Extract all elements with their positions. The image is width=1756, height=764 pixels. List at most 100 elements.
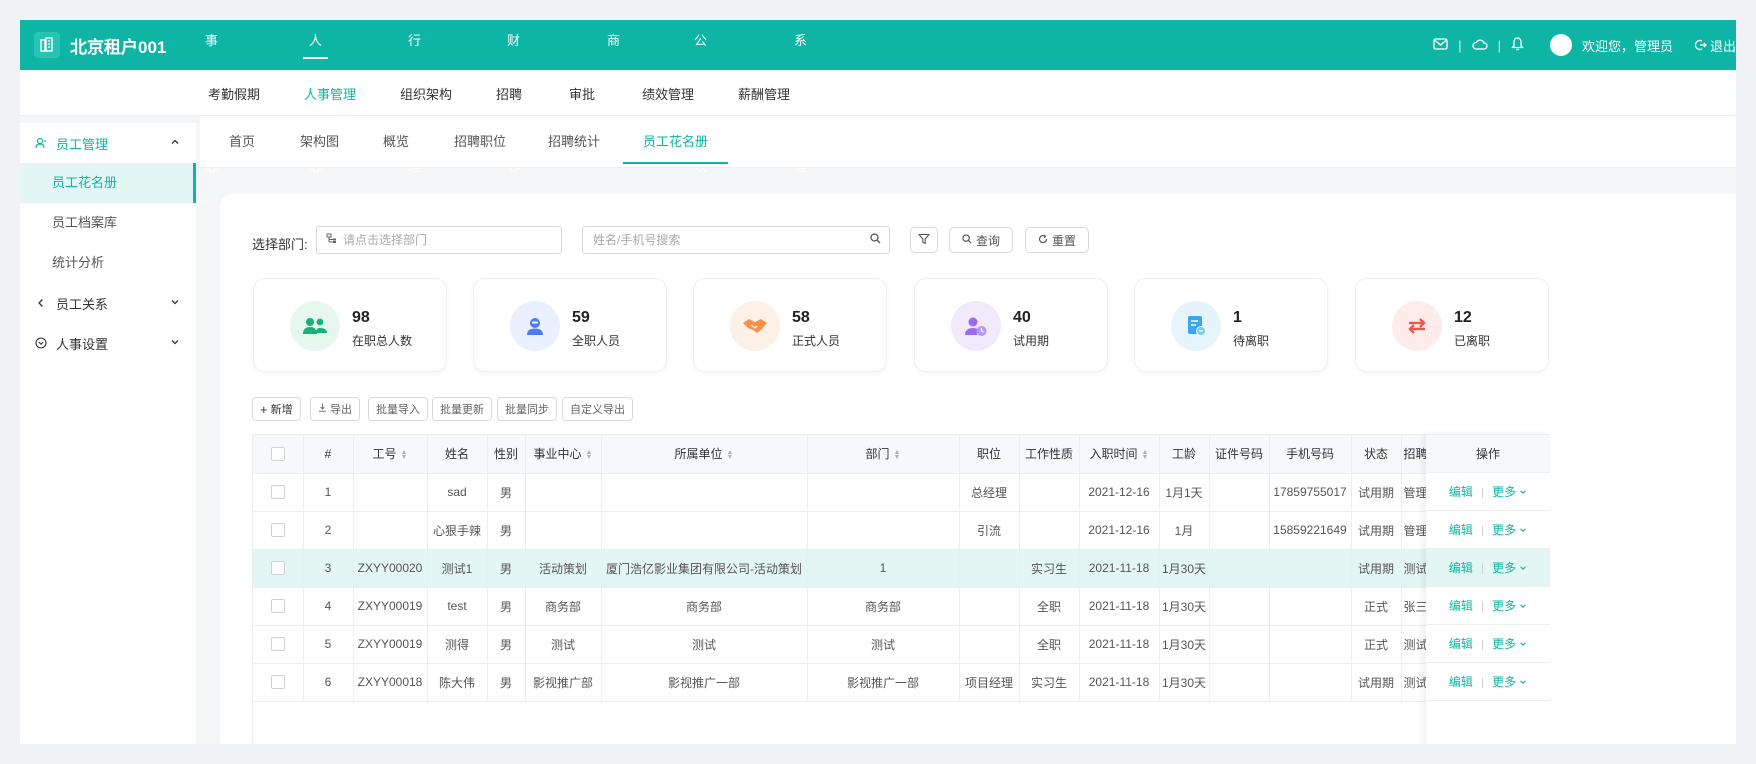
select-all-checkbox[interactable] — [253, 435, 304, 474]
table-row[interactable]: 6 ZXYY00018 陈大伟男影视推广部 影视推广一部 影视推广一部 项目经理 实习生 20… — [253, 663, 1549, 702]
sub-nav-item-recruitment[interactable]: 招聘 — [496, 84, 522, 103]
table-row[interactable]: 5 ZXYY00019 测得男测试 测试 测试 全职 2021-11-18 1月30天 正式 测试 — [253, 625, 1549, 664]
sub-nav-item-payroll[interactable]: 薪酬管理 — [738, 84, 790, 103]
name-phone-search-input[interactable] — [582, 226, 890, 254]
cell-employee-id: ZXYY00020 — [353, 549, 428, 588]
row-operations: 编辑 | 更多 — [1426, 587, 1550, 625]
row-checkbox[interactable] — [253, 511, 304, 550]
more-link[interactable]: 更多 — [1492, 597, 1516, 614]
more-link[interactable]: 更多 — [1492, 635, 1516, 652]
export-label: 导出 — [330, 404, 352, 416]
edit-link[interactable]: 编辑 — [1449, 673, 1473, 690]
logout-link[interactable]: 退出 — [1710, 36, 1736, 55]
more-link[interactable]: 更多 — [1492, 559, 1516, 576]
sidebar-group-hr-settings[interactable]: 人事设置 — [20, 323, 196, 363]
sub-nav-item-approval[interactable]: 审批 — [569, 84, 595, 103]
col-header-department[interactable]: 部门 ▲ ▼ — [807, 435, 960, 474]
edit-link[interactable]: 编辑 — [1449, 559, 1473, 576]
edit-link[interactable]: 编辑 — [1449, 483, 1473, 500]
add-button[interactable]: + 新增 — [252, 397, 301, 421]
sidebar-group-employee-relation[interactable]: 员工关系 — [20, 283, 196, 323]
stat-value: 12 — [1454, 309, 1472, 326]
stat-card-fulltime[interactable]: 59 全职人员 — [473, 278, 667, 372]
stat-card-probation[interactable]: 40 试用期 — [914, 278, 1108, 372]
cell-employee-id — [353, 473, 428, 512]
query-button[interactable]: 查询 — [949, 227, 1013, 253]
mail-icon[interactable] — [1433, 37, 1448, 53]
table-row[interactable]: 4 ZXYY00019 test 男商务部 商务部 商务部 全职 2021-11-18 1月30… — [253, 587, 1549, 626]
col-header-business-center[interactable]: 事业中心 ▲ ▼ — [525, 435, 602, 474]
filter-button[interactable] — [910, 227, 938, 253]
dept-select-input[interactable] — [316, 226, 562, 254]
cell-id-number — [1209, 625, 1270, 664]
tab-overview[interactable]: 概览 — [383, 116, 409, 168]
batch-import-button[interactable]: 批量导入 — [368, 397, 428, 421]
table-row[interactable]: 1 sad 男总经理 2021-12-16 1月1天 17859755017 试用期 管理 — [253, 473, 1549, 512]
export-button[interactable]: 导出 — [310, 397, 360, 421]
top-nav-item-business-center[interactable]: 事业中心 — [205, 20, 218, 174]
stat-card-regular[interactable]: 58 正式人员 — [693, 278, 887, 372]
edit-link[interactable]: 编辑 — [1449, 597, 1473, 614]
row-checkbox[interactable] — [253, 549, 304, 588]
more-link[interactable]: 更多 — [1492, 673, 1516, 690]
row-checkbox[interactable] — [253, 663, 304, 702]
tab-employee-roster[interactable]: 员工花名册 — [622, 116, 729, 168]
cell-work-type — [1019, 511, 1080, 550]
row-checkbox[interactable] — [253, 587, 304, 626]
more-link[interactable]: 更多 — [1492, 521, 1516, 538]
sub-nav-item-personnel[interactable]: 人事管理 — [304, 84, 356, 103]
batch-update-button[interactable]: 批量更新 — [432, 397, 492, 421]
batch-sync-button[interactable]: 批量同步 — [497, 397, 557, 421]
cell-index: 2 — [303, 511, 354, 550]
col-header-hire-date[interactable]: 入职时间 ▲ ▼ — [1079, 435, 1160, 474]
sub-nav-item-org-structure[interactable]: 组织架构 — [400, 84, 452, 103]
sub-nav-item-performance[interactable]: 绩效管理 — [642, 84, 694, 103]
top-nav-item-finance[interactable]: 财务中心 — [507, 20, 520, 174]
more-link[interactable]: 更多 — [1492, 483, 1516, 500]
edit-link[interactable]: 编辑 — [1449, 521, 1473, 538]
search-icon[interactable] — [870, 233, 881, 247]
sub-nav-item-attendance[interactable]: 考勤假期 — [208, 84, 260, 103]
edit-link[interactable]: 编辑 — [1449, 635, 1473, 652]
top-nav-item-academy[interactable]: 商学院 — [607, 20, 620, 132]
top-nav-item-hr-center[interactable]: 人力中心 — [302, 20, 329, 174]
sidebar-group-employee-mgmt[interactable]: 员工管理 — [20, 123, 196, 163]
col-header-employee-id[interactable]: 工号 ▲ ▼ — [353, 435, 428, 474]
avatar[interactable] — [1549, 34, 1572, 56]
tab-home[interactable]: 首页 — [229, 116, 255, 168]
stat-card-total[interactable]: 98 在职总人数 — [253, 278, 447, 372]
table-row[interactable]: 3 ZXYY00020 测试1 男活动策划 厦门浩亿影业集团有限公司-活动策划 1 实习生 2… — [253, 549, 1549, 588]
bell-icon[interactable] — [1511, 36, 1524, 54]
row-checkbox[interactable] — [253, 473, 304, 512]
sidebar-item-employee-archive[interactable]: 员工档案库 — [20, 203, 196, 243]
reset-button[interactable]: 重置 — [1025, 227, 1089, 253]
table-row[interactable]: 2 心狠手辣男引流 2021-12-16 1月 15859221649 试用期 管理 — [253, 511, 1549, 550]
col-header-position: 职位 — [959, 435, 1020, 474]
cell-seniority: 1月30天 — [1159, 663, 1210, 702]
cell-work-type: 实习生 — [1019, 549, 1080, 588]
stat-card-resigned[interactable]: 12 已离职 — [1355, 278, 1549, 372]
cell-department: 1 — [807, 549, 960, 588]
top-nav-item-system-settings[interactable]: 系统设置 — [794, 20, 807, 174]
col-header-id-number: 证件号码 — [1209, 435, 1270, 474]
chevron-down-icon — [1519, 640, 1527, 648]
sidebar-item-employee-roster[interactable]: 员工花名册 — [20, 163, 196, 203]
stat-card-pending-leave[interactable]: 1 待离职 — [1134, 278, 1328, 372]
cell-hire-date: 2021-11-18 — [1079, 549, 1160, 588]
reset-label: 重置 — [1051, 233, 1076, 248]
cloud-icon[interactable] — [1471, 38, 1488, 53]
col-header-name: 姓名 — [427, 435, 488, 474]
custom-export-button[interactable]: 自定义导出 — [562, 397, 633, 421]
tab-recruit-positions[interactable]: 招聘职位 — [454, 116, 506, 168]
cell-seniority: 1月 — [1159, 511, 1210, 550]
top-nav-item-public-module[interactable]: 公共模块 — [694, 20, 707, 174]
col-header-unit[interactable]: 所属单位 ▲ ▼ — [601, 435, 808, 474]
cell-work-type: 全职 — [1019, 625, 1080, 664]
cell-id-number — [1209, 473, 1270, 512]
sidebar-item-statistics[interactable]: 统计分析 — [20, 243, 196, 283]
tab-recruit-stats[interactable]: 招聘统计 — [548, 116, 600, 168]
row-checkbox[interactable] — [253, 625, 304, 664]
tab-org-chart[interactable]: 架构图 — [300, 116, 339, 168]
logout-icon[interactable] — [1694, 39, 1707, 51]
top-nav-item-admin[interactable]: 行政管理 — [408, 20, 421, 174]
